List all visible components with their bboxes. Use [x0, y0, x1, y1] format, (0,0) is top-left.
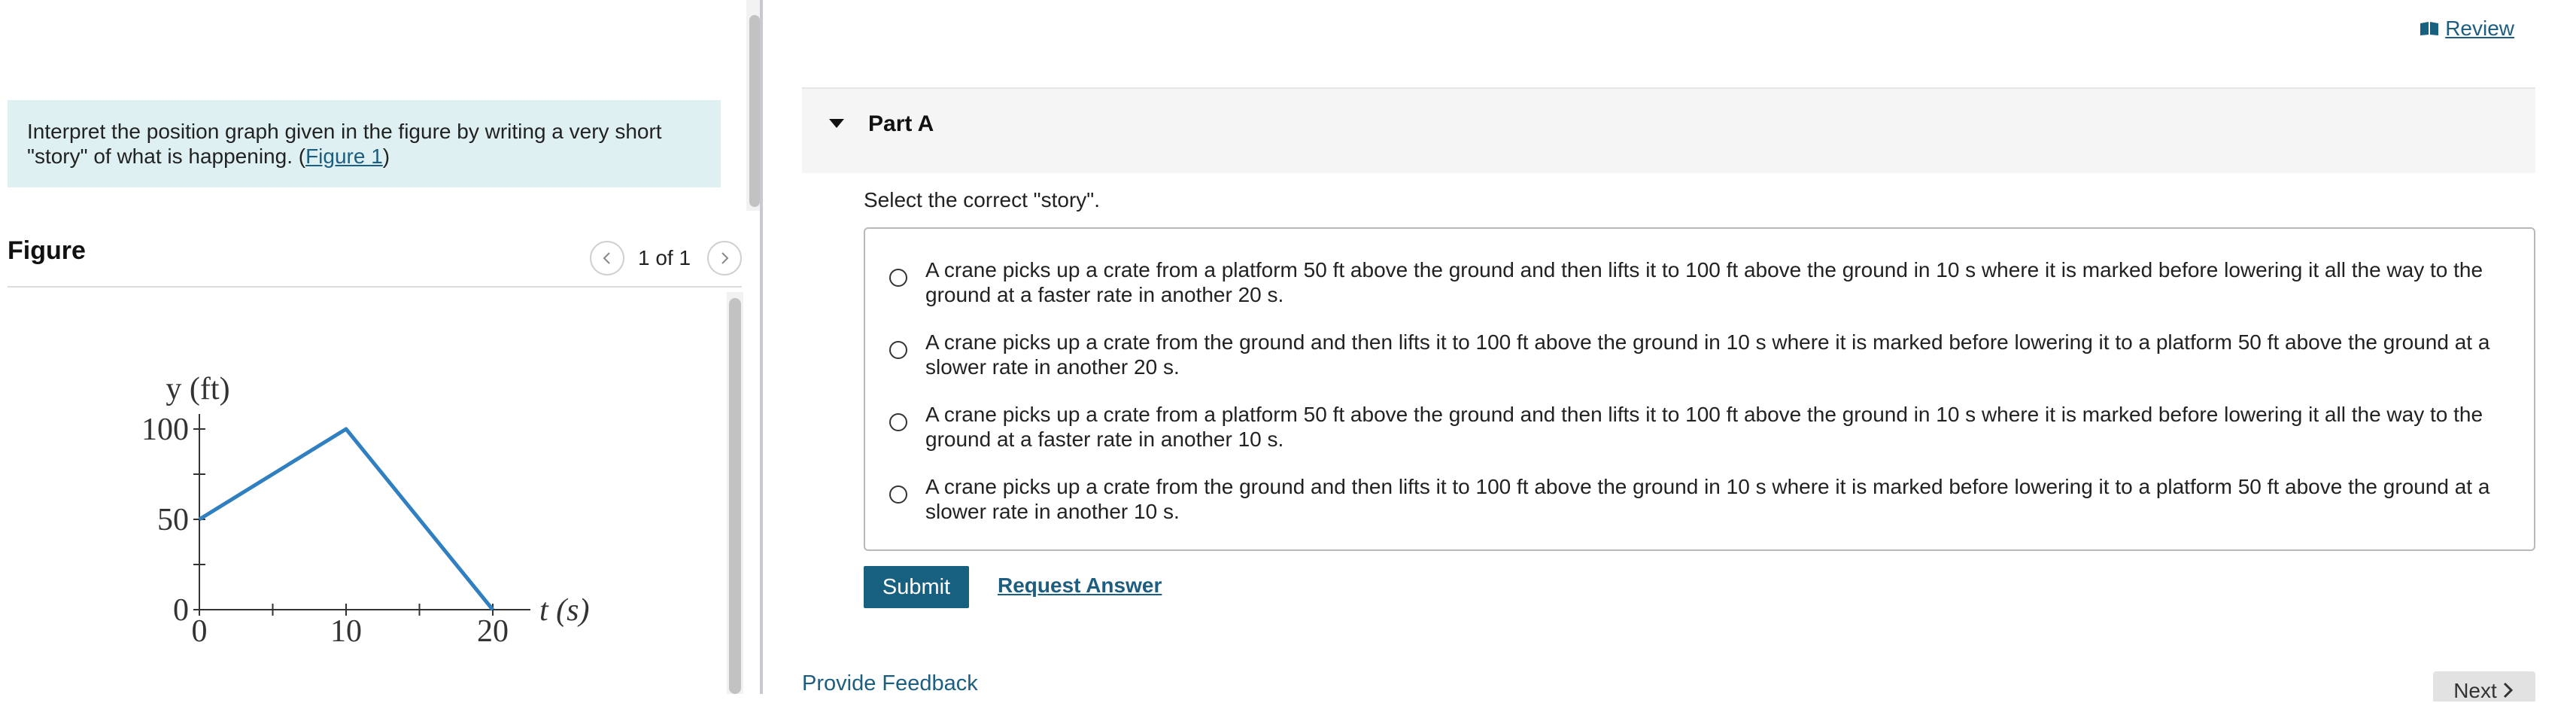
prev-figure-button[interactable] [590, 241, 624, 275]
part-title: Part A [868, 111, 934, 137]
chevron-right-icon [717, 251, 732, 266]
position-graph: 0 10 20 0 50 100 y (ft) t (s) [105, 346, 617, 677]
provide-feedback-link[interactable]: Provide Feedback [802, 671, 978, 696]
next-label: Next [2453, 679, 2497, 703]
figure-title: Figure [8, 236, 86, 266]
caret-down-icon[interactable] [828, 117, 846, 129]
problem-prompt: Interpret the position graph given in th… [27, 119, 712, 169]
choice-2[interactable]: A crane picks up a crate from the ground… [889, 330, 2499, 379]
chevron-left-icon [600, 251, 615, 266]
next-figure-button[interactable] [707, 241, 742, 275]
choice-text: A crane picks up a crate from a platform… [925, 402, 2499, 452]
radio-button[interactable] [889, 413, 907, 431]
prompt-close: ) [383, 145, 390, 168]
choice-text: A crane picks up a crate from the ground… [925, 474, 2499, 524]
choice-text: A crane picks up a crate from a platform… [925, 257, 2499, 307]
book-icon [2420, 21, 2439, 36]
choice-text: A crane picks up a crate from the ground… [925, 330, 2499, 379]
y-tick-label: 50 [157, 503, 189, 537]
y-tick-label: 0 [173, 593, 189, 628]
x-tick-label: 0 [192, 614, 208, 649]
figure-divider [8, 286, 742, 288]
position-line [199, 429, 493, 610]
x-tick-label: 20 [477, 614, 509, 649]
choice-1[interactable]: A crane picks up a crate from a platform… [889, 257, 2499, 307]
submit-button[interactable]: Submit [864, 566, 969, 608]
radio-button[interactable] [889, 341, 907, 359]
request-answer-link[interactable]: Request Answer [998, 574, 1162, 598]
part-a-header[interactable] [802, 87, 2535, 173]
x-tick-label: 10 [330, 614, 362, 649]
choice-3[interactable]: A crane picks up a crate from a platform… [889, 402, 2499, 452]
upper-scrollbar-thumb[interactable] [749, 15, 760, 207]
y-axis-label: y (ft) [166, 372, 229, 406]
radio-button[interactable] [889, 269, 907, 287]
y-tick-label: 100 [141, 412, 189, 447]
x-axis-label: t (s) [539, 593, 590, 628]
review-label: Review [2445, 17, 2514, 41]
review-link[interactable]: Review [2420, 17, 2514, 41]
panel-divider[interactable] [760, 0, 763, 694]
choice-4[interactable]: A crane picks up a crate from the ground… [889, 474, 2499, 524]
next-button[interactable]: Next [2433, 671, 2535, 701]
figure-scrollbar-thumb[interactable] [729, 298, 741, 694]
radio-button[interactable] [889, 485, 907, 504]
figure-pager-text: 1 of 1 [638, 246, 691, 270]
instruction-text: Select the correct "story". [864, 188, 1100, 212]
chevron-right-icon [2502, 682, 2515, 698]
figure-link[interactable]: Figure 1 [305, 145, 383, 168]
